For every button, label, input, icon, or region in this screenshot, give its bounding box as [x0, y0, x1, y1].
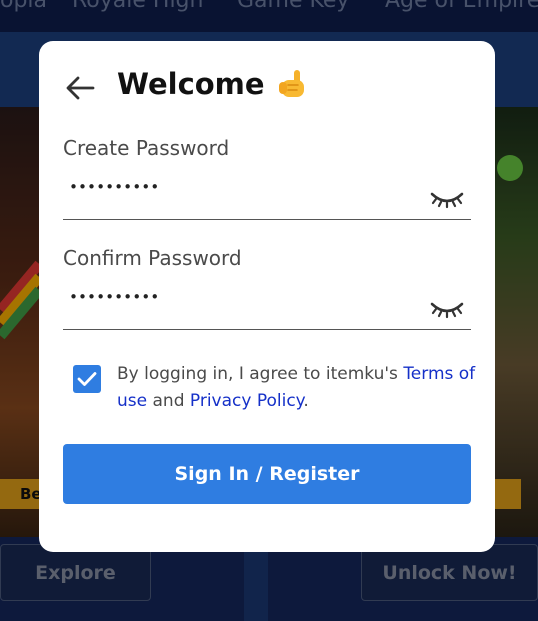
checkmark-icon [77, 372, 97, 386]
confirm-password-field[interactable]: •••••••••• [63, 278, 471, 330]
consent-text: By logging in, I agree to itemku's Terms… [117, 361, 477, 415]
create-password-label: Create Password [63, 136, 230, 160]
eye-closed-icon[interactable] [429, 186, 465, 210]
terms-checkbox[interactable] [73, 365, 101, 393]
back-button[interactable] [63, 71, 97, 105]
arrow-left-icon [66, 76, 95, 100]
sign-in-register-button[interactable]: Sign In / Register [63, 444, 471, 504]
modal-title: Welcome [117, 67, 311, 101]
eye-closed-icon[interactable] [429, 296, 465, 320]
consent-text-before: By logging in, I agree to itemku's [117, 364, 404, 384]
consent-text-middle: and [147, 391, 190, 411]
confirm-password-label: Confirm Password [63, 246, 242, 270]
password-modal: Welcome Create Password •••••••••• Confi… [39, 41, 495, 552]
consent-text-after: . [303, 391, 309, 411]
thumbs-up-hand-icon [278, 70, 304, 97]
create-password-field[interactable]: •••••••••• [63, 168, 471, 220]
create-password-input[interactable]: •••••••••• [69, 178, 159, 196]
title-text: Welcome [117, 67, 265, 101]
privacy-policy-link[interactable]: Privacy Policy [190, 391, 303, 411]
confirm-password-input[interactable]: •••••••••• [69, 288, 159, 306]
